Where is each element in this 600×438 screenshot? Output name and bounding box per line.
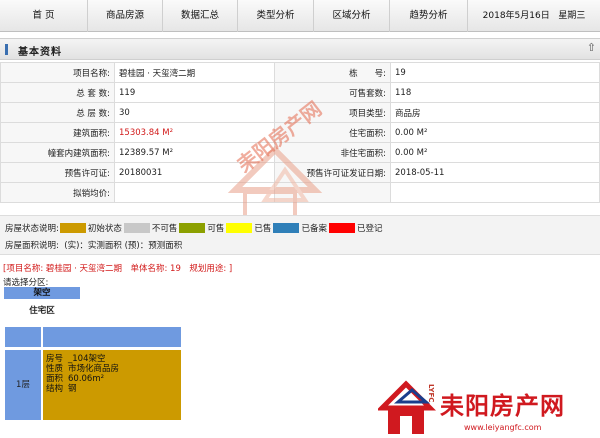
- room-field: 面积 60.06m²: [46, 374, 178, 384]
- legend-swatch-unsaleable: [123, 223, 150, 233]
- unit-info-line: [项目名称: 碧桂园 · 天玺湾二期 单体名称: 19 规划用途: ]: [3, 264, 233, 274]
- area-legend: 房屋面积说明: (实)：实测面积 (预)：预测面积: [5, 239, 182, 251]
- room-structure: 钢: [68, 384, 77, 394]
- info-label: 项目名称:: [0, 62, 115, 83]
- nav-type-analysis[interactable]: 类型分析: [238, 0, 314, 32]
- info-label: 幢套内建筑面积:: [0, 142, 115, 163]
- info-label: 拟销均价:: [0, 182, 115, 203]
- info-value: 0.00 M²: [390, 122, 600, 143]
- legend-text: 初始状态: [87, 224, 122, 234]
- legend-swatch-registered: [328, 223, 355, 233]
- zone-tab-residential[interactable]: 住宅区: [4, 301, 80, 321]
- legend-panel: 房屋状态说明: 初始状态 不可售 可售 已售 已备案 已登记 房屋面积说明: (…: [0, 215, 600, 255]
- legend-label: 房屋状态说明:: [5, 224, 59, 234]
- info-label: 总 层 数:: [0, 102, 115, 123]
- collapse-icon[interactable]: ⇧: [587, 41, 596, 54]
- grid-header-cell: [42, 326, 182, 348]
- legend-swatch-filed: [273, 223, 300, 233]
- area-legend-text: (实)：实测面积 (预)：预测面积: [64, 241, 183, 251]
- info-label: 可售套数:: [274, 82, 391, 103]
- section-title: 基本资料: [18, 47, 62, 58]
- info-value: 119: [114, 82, 275, 103]
- info-value: [390, 182, 600, 203]
- room-cell[interactable]: 房号 _104架空 性质 市场化商品房 面积 60.06m² 结构 钢: [42, 349, 182, 421]
- info-value: 2018-05-11: [390, 162, 600, 183]
- legend-swatch-saleable: [179, 223, 206, 233]
- status-legend: 房屋状态说明: 初始状态 不可售 可售 已售 已备案 已登记: [5, 222, 383, 234]
- info-value: 118: [390, 82, 600, 103]
- nav-listings[interactable]: 商品房源: [88, 0, 163, 32]
- table-row: 项目名称: 碧桂园 · 天玺湾二期 栋 号: 19: [0, 62, 600, 83]
- info-value: 碧桂园 · 天玺湾二期: [114, 62, 275, 83]
- legend-text: 可售: [207, 224, 225, 234]
- room-number: _104架空: [68, 354, 106, 364]
- room-field-key: 房号: [46, 354, 64, 364]
- info-label: 建筑面积:: [0, 122, 115, 143]
- info-value: 商品房: [390, 102, 600, 123]
- zone-tab-stilt[interactable]: 架空: [4, 287, 80, 299]
- watermark-url: www.leiyangfc.com: [464, 423, 542, 432]
- legend-swatch-sold: [226, 223, 253, 233]
- room-field: 性质 市场化商品房: [46, 364, 178, 374]
- watermark-side-text: LYFC: [427, 384, 435, 403]
- top-nav: 首 页 商品房源 数据汇总 类型分析 区域分析 趋势分析 2018年5月16日 …: [0, 0, 600, 32]
- grid-header-cell: [4, 326, 42, 348]
- info-value: 30: [114, 102, 275, 123]
- section-marker-icon: [5, 44, 8, 55]
- room-field-key: 性质: [46, 364, 64, 374]
- info-label: 栋 号:: [274, 62, 391, 83]
- current-date: 2018年5月16日 星期三: [468, 0, 600, 32]
- room-field-key: 结构: [46, 384, 64, 394]
- info-label: 预售许可证:: [0, 162, 115, 183]
- floor-label: 1层: [4, 349, 42, 421]
- date-text: 2018年5月16日: [482, 11, 550, 21]
- legend-text: 已登记: [356, 224, 383, 234]
- info-value: 19: [390, 62, 600, 83]
- info-value: 0.00 M²: [390, 142, 600, 163]
- legend-swatch-initial: [59, 223, 86, 233]
- nav-home[interactable]: 首 页: [0, 0, 88, 32]
- room-nature: 市场化商品房: [68, 364, 120, 374]
- room-field: 结构 钢: [46, 384, 178, 394]
- room-area: 60.06m²: [68, 374, 105, 384]
- legend-text: 已备案: [301, 224, 327, 234]
- area-legend-label: 房屋面积说明:: [5, 241, 59, 251]
- section-header: 基本资料 ⇧: [0, 38, 600, 60]
- room-field-key: 面积: [46, 374, 64, 384]
- nav-region-analysis[interactable]: 区域分析: [314, 0, 390, 32]
- watermark-brand: LYFC 耒阳房产网 www.leiyangfc.com: [378, 376, 600, 438]
- info-label: 总 套 数:: [0, 82, 115, 103]
- nav-trend-analysis[interactable]: 趋势分析: [390, 0, 468, 32]
- room-field: 房号 _104架空: [46, 354, 178, 364]
- legend-text: 已售: [254, 224, 272, 234]
- weekday-text: 星期三: [558, 11, 586, 21]
- nav-summary[interactable]: 数据汇总: [163, 0, 238, 32]
- legend-text: 不可售: [151, 224, 178, 234]
- watermark-brand-text: 耒阳房产网: [440, 392, 565, 420]
